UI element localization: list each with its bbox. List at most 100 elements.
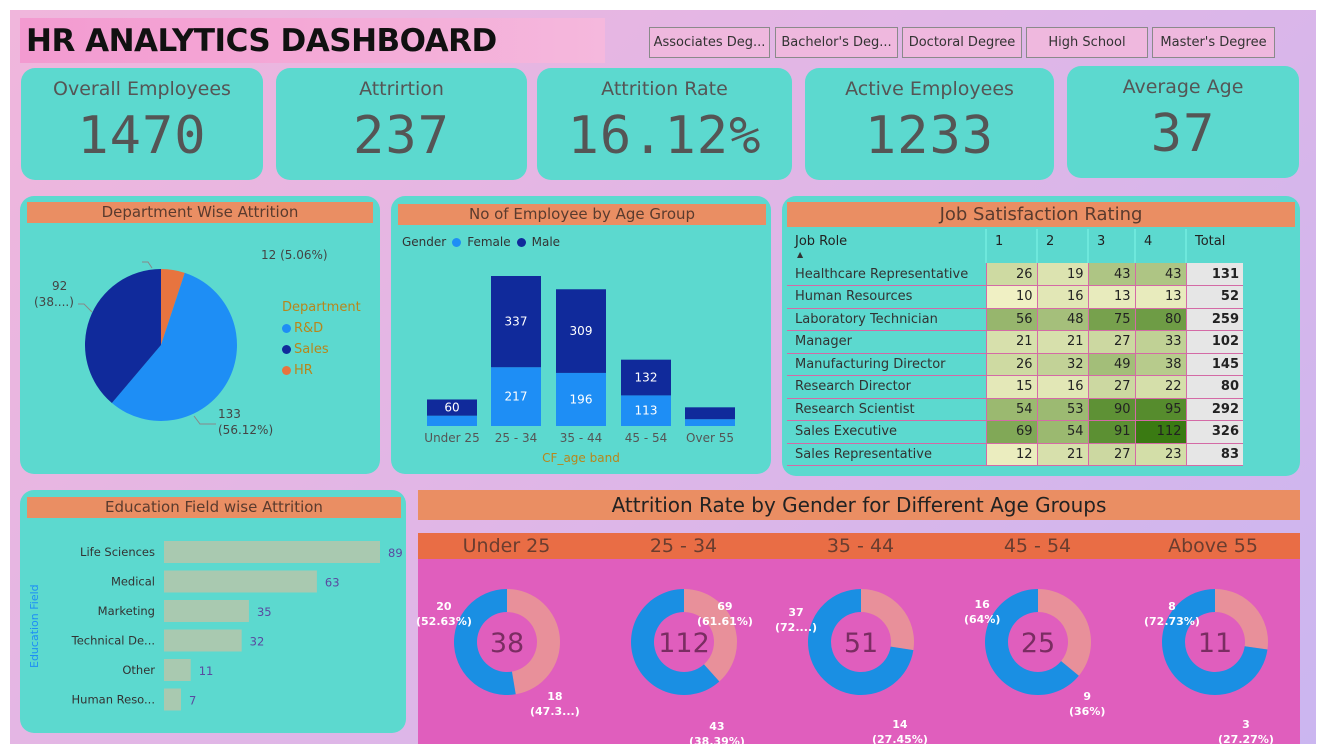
- donut-area: 11 8 (72.73%) 3 (27.27%): [1126, 559, 1300, 744]
- slicer-doctoral-degree[interactable]: Doctoral Degree: [902, 27, 1022, 58]
- leader-line: [142, 261, 153, 269]
- matrix-row[interactable]: Research Scientist 54 53 90 95 292: [787, 398, 1243, 421]
- matrix-row[interactable]: Research Director 15 16 27 22 80: [787, 375, 1243, 399]
- y-tick-label: Human Reso...: [72, 693, 155, 707]
- col-header-rating-3[interactable]: 3: [1088, 229, 1136, 263]
- slicer-bachelors-degree[interactable]: Bachelor's Deg...: [775, 27, 898, 58]
- col-header-rating-1[interactable]: 1: [986, 229, 1038, 263]
- matrix-row-label: Research Director: [787, 375, 986, 399]
- x-tick-label: Over 55: [686, 431, 734, 445]
- pie-label-sales-count: 92: [52, 279, 68, 293]
- matrix-row[interactable]: Manager 21 21 27 33 102: [787, 330, 1243, 354]
- col-header-label: Job Role: [795, 234, 848, 249]
- x-tick-label: Under 25: [424, 431, 479, 445]
- donut-label-first: 8 (72.73%): [1144, 600, 1200, 628]
- matrix-table: Job Role ▲ 1 2 3 4 Total Healthcare Repre…: [787, 229, 1243, 466]
- slicer-masters-degree[interactable]: Master's Degree: [1152, 27, 1275, 58]
- edu-bar[interactable]: [164, 600, 249, 622]
- matrix-row[interactable]: Human Resources 10 16 13 13 52: [787, 285, 1243, 309]
- matrix-cell: 21: [1036, 330, 1088, 354]
- donut-label-second: 9 (36%): [1069, 690, 1106, 718]
- matrix-cell: 56: [985, 308, 1037, 331]
- slicer-associates-degree[interactable]: Associates Deg...: [649, 27, 770, 58]
- legend-item-sales[interactable]: Sales: [282, 342, 361, 357]
- bar-label-male: 309: [570, 324, 593, 338]
- legend-dot: [282, 366, 291, 375]
- edu-bar[interactable]: [164, 688, 181, 711]
- legend-dot: [282, 324, 291, 333]
- dashboard-canvas: HR ANALYTICS DASHBOARD Associates Deg...…: [10, 10, 1316, 744]
- bar-label-male: 132: [635, 371, 658, 385]
- bar-female[interactable]: [685, 419, 735, 426]
- matrix-cell: 95: [1134, 398, 1186, 421]
- edu-bar[interactable]: [164, 629, 242, 652]
- matrix-cell: 23: [1134, 443, 1186, 466]
- matrix-row-label: Manufacturing Director: [787, 353, 986, 376]
- kpi-value: 16.12%: [567, 106, 762, 166]
- matrix-cell: 48: [1036, 308, 1088, 331]
- edu-bar[interactable]: [164, 570, 317, 593]
- matrix-row-label: Sales Executive: [787, 420, 986, 444]
- legend-dot: [282, 345, 291, 354]
- kpi-value: 237: [353, 106, 450, 166]
- matrix-cell: 43: [1134, 263, 1186, 286]
- edu-bar-value: 89: [388, 546, 403, 560]
- matrix-total-cell: 80: [1185, 375, 1243, 399]
- kpi-attrition: Attrirtion 237: [276, 68, 527, 180]
- matrix-cell: 112: [1134, 420, 1186, 444]
- donut-area: 112 69 (61.61%) 43 (38.39%): [595, 559, 772, 744]
- edu-bar[interactable]: [164, 541, 380, 563]
- donut-chart: 112: [631, 589, 737, 695]
- col-header-rating-2[interactable]: 2: [1037, 229, 1089, 263]
- age-group-panel: No of Employee by Age Group Gender Femal…: [391, 196, 771, 474]
- legend-label: R&D: [294, 321, 324, 336]
- gender-age-title: Attrition Rate by Gender for Different A…: [418, 490, 1300, 520]
- matrix-cell: 27: [1087, 443, 1135, 466]
- kpi-value: 1470: [77, 106, 207, 166]
- bar-female[interactable]: [427, 415, 477, 426]
- gender-age-card: Above 55 11 8 (72.73%) 3 (27.27%): [1126, 533, 1300, 744]
- edu-bar-value: 7: [189, 694, 196, 708]
- matrix-row[interactable]: Sales Executive 69 54 91 112 326: [787, 420, 1243, 444]
- matrix-cell: 10: [985, 285, 1037, 309]
- kpi-label: Overall Employees: [53, 78, 231, 100]
- col-header-total[interactable]: Total: [1186, 229, 1243, 263]
- matrix-cell: 69: [985, 420, 1037, 444]
- donut-area: 38 20 (52.63%) 18 (47.3...): [416, 559, 595, 744]
- age-group-label: Under 25: [418, 533, 595, 559]
- age-group-label: 45 - 54: [949, 533, 1126, 559]
- matrix-row[interactable]: Laboratory Technician 56 48 75 80 259: [787, 308, 1243, 331]
- education-attrition-panel: Education Field wise Attrition Education…: [20, 490, 406, 733]
- slicer-high-school[interactable]: High School: [1026, 27, 1148, 58]
- kpi-label: Attrirtion: [359, 78, 444, 100]
- matrix-cell: 75: [1087, 308, 1135, 331]
- col-header-job-role[interactable]: Job Role ▲: [787, 229, 987, 263]
- matrix-cell: 27: [1087, 330, 1135, 354]
- matrix-row[interactable]: Healthcare Representative 26 19 43 43 131: [787, 263, 1243, 286]
- matrix-cell: 26: [985, 353, 1037, 376]
- legend-item-rd[interactable]: R&D: [282, 321, 361, 336]
- legend-item-hr[interactable]: HR: [282, 363, 361, 378]
- matrix-row-label: Sales Representative: [787, 443, 986, 466]
- gender-age-card: 35 - 44 51 37 (72....) 14 (27.45%): [772, 533, 949, 744]
- donut-total: 112: [658, 628, 710, 659]
- matrix-row[interactable]: Manufacturing Director 26 32 49 38 145: [787, 353, 1243, 376]
- donut-total: 51: [844, 628, 878, 659]
- bar-male[interactable]: [685, 407, 735, 420]
- dashboard-title: HR ANALYTICS DASHBOARD: [26, 22, 497, 59]
- matrix-cell: 19: [1036, 263, 1088, 286]
- matrix-row[interactable]: Sales Representative 12 21 27 23 83: [787, 443, 1243, 466]
- y-tick-label: Marketing: [98, 604, 155, 618]
- col-header-rating-4[interactable]: 4: [1135, 229, 1187, 263]
- matrix-total-cell: 52: [1185, 285, 1243, 309]
- matrix-cell: 90: [1087, 398, 1135, 421]
- bar-label-male: 60: [444, 401, 459, 415]
- donut-label-first: 16 (64%): [964, 598, 1001, 626]
- matrix-cell: 38: [1134, 353, 1186, 376]
- kpi-value: 1233: [864, 106, 995, 166]
- edu-bar[interactable]: [164, 659, 191, 681]
- x-tick-label: 45 - 54: [625, 431, 668, 445]
- sort-asc-icon[interactable]: ▲: [797, 250, 803, 259]
- matrix-cell: 13: [1087, 285, 1135, 309]
- edu-bar-value: 35: [257, 605, 272, 619]
